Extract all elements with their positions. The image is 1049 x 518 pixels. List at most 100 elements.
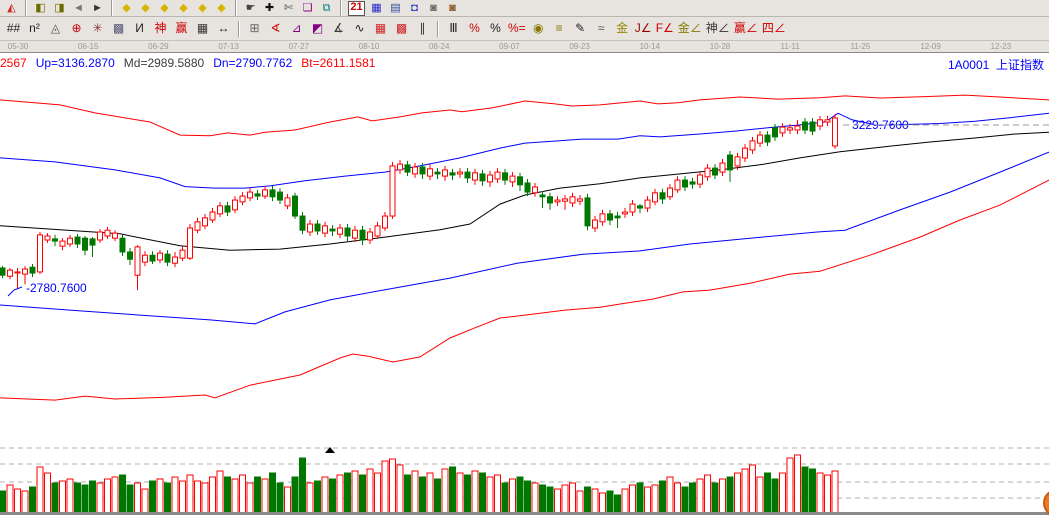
date-tick: 06-29 — [148, 42, 169, 51]
diamond-bottom-marker-icon[interactable]: ◆ — [214, 3, 229, 16]
snip-icon[interactable]: ✄ — [281, 3, 296, 16]
forward-arrow-icon[interactable]: ► — [90, 3, 105, 16]
peak-lines-icon[interactable]: И — [131, 21, 148, 36]
red-grid-box-icon[interactable]: ▩ — [393, 21, 410, 36]
link-icon[interactable]: ⧉ — [319, 3, 334, 16]
indicator-value: 2567 — [0, 56, 27, 70]
pen-flag-icon[interactable]: ✎ — [572, 21, 589, 36]
volume-bar — [59, 480, 66, 514]
f-angle-icon[interactable]: F∠ — [656, 21, 674, 36]
indicator-value: Dn=2790.7762 — [213, 56, 293, 70]
crosshair-icon[interactable]: ✚ — [262, 3, 277, 16]
data-grid-icon[interactable]: ▦ — [369, 3, 384, 16]
back-arrow-icon[interactable]: ◄ — [71, 3, 86, 16]
candle-body — [359, 229, 366, 241]
volume-bar — [149, 480, 156, 514]
n-squared-icon[interactable]: n² — [26, 21, 43, 36]
gold-angle-icon[interactable]: 金∠ — [678, 21, 702, 36]
diamond-up-marker-icon[interactable]: ◆ — [176, 3, 191, 16]
gann-web-icon[interactable]: ✳ — [89, 21, 106, 36]
wave-box-icon[interactable]: ≈ — [593, 21, 610, 36]
candle-body — [682, 179, 688, 188]
calendar-21-icon[interactable]: 21 — [348, 1, 365, 16]
candle-body — [367, 231, 373, 241]
volume-bar — [291, 476, 299, 514]
candle-body — [719, 162, 726, 173]
stock-app-window: { "symbol": {"code": "1A0001", "name": "… — [0, 0, 1049, 518]
volume-bar — [749, 464, 756, 514]
volume-bar — [381, 460, 389, 514]
save-icon[interactable]: ◘ — [407, 3, 422, 16]
candle-body — [194, 221, 201, 231]
diamond-down-marker-icon[interactable]: ◆ — [119, 3, 134, 16]
percent-icon[interactable]: % — [487, 21, 504, 36]
candle-body — [419, 166, 426, 175]
fan-box-fill-icon[interactable]: ◩ — [309, 21, 326, 36]
volume-bar — [764, 472, 771, 514]
gold-red-icon[interactable]: 金 — [614, 21, 631, 36]
volume-bar — [494, 474, 501, 514]
trend-rays-icon[interactable]: ∡ — [330, 21, 347, 36]
gann-fan-red-icon[interactable]: ∢ — [267, 21, 284, 36]
volume-bar — [66, 478, 74, 514]
volume-bar — [779, 472, 786, 514]
fan-box-icon[interactable]: ⊿ — [288, 21, 305, 36]
gann-circle-icon[interactable]: ⊕ — [68, 21, 85, 36]
percent-lines-icon[interactable]: %= — [508, 21, 526, 36]
parallel-lines-icon[interactable]: ∥ — [414, 21, 431, 36]
candle-body — [464, 171, 471, 179]
diamond-down-bar-marker-icon[interactable]: ◆ — [195, 3, 210, 16]
date-tick: 10-28 — [709, 42, 731, 51]
grid-123-icon[interactable]: ▦ — [194, 21, 211, 36]
gann-box-icon[interactable]: ▩ — [110, 21, 127, 36]
win-angle-icon[interactable]: 赢∠ — [734, 21, 758, 36]
shen-angle-icon[interactable]: 神∠ — [706, 21, 730, 36]
hand-pan-icon[interactable]: ☛ — [243, 3, 258, 16]
volume-bar — [186, 474, 194, 514]
snapshot-icon[interactable]: ◙ — [445, 3, 460, 16]
flip-next-icon[interactable]: ◨ — [52, 3, 67, 16]
gold-lines-icon[interactable]: ≡ — [551, 21, 568, 36]
j-angle-icon[interactable]: J∠ — [635, 21, 652, 36]
toolbar-top-row: ◭ ◧ ◨ ◄ ► ◆ ◆ ◆ ◆ ◆ ◆ ☛ ✚ ✄ ❏ ⧉ 21 ▦ ▤ ◘ ◙ ◙ — [0, 0, 1049, 17]
four-angle-icon[interactable]: 四∠ — [762, 21, 786, 36]
shen-tool-icon[interactable]: 神 — [152, 21, 169, 36]
candle-body — [659, 192, 666, 200]
flip-prev-icon[interactable]: ◧ — [33, 3, 48, 16]
toolbar-separator — [235, 0, 237, 16]
red-grid-icon[interactable]: ▦ — [372, 21, 389, 36]
volume-bars-icon[interactable]: Ⅲ — [445, 21, 462, 36]
candle-body — [277, 191, 283, 201]
save-web-icon[interactable]: ◙ — [426, 3, 441, 16]
horizontal-span-icon[interactable]: ↔ — [215, 21, 232, 36]
diamond-up-bar-marker-icon[interactable]: ◆ — [157, 3, 172, 16]
candle-body — [329, 228, 336, 232]
candle-body — [224, 205, 231, 213]
volume-bar — [614, 494, 621, 514]
price-chart-icon[interactable]: ◭ — [4, 3, 19, 16]
candle-body — [742, 147, 748, 159]
candle-body — [7, 269, 13, 277]
volume-bar — [36, 466, 44, 514]
percent-strike-icon[interactable]: % — [466, 21, 483, 36]
notes-icon[interactable]: ▤ — [388, 3, 403, 16]
volume-bar — [426, 472, 434, 514]
diamond-right-marker-icon[interactable]: ◆ — [138, 3, 153, 16]
volume-bar — [194, 480, 201, 514]
angle-flag-icon[interactable]: ◬ — [47, 21, 64, 36]
price-chart-canvas[interactable]: 3229.7600 -2780.7600 — [0, 70, 1049, 518]
clipboard-icon[interactable]: ❏ — [300, 3, 315, 16]
candle-body — [599, 213, 606, 223]
candle-body — [172, 256, 178, 264]
zigzag-icon[interactable]: ∿ — [351, 21, 368, 36]
candle-body — [449, 172, 456, 176]
candle-body — [0, 267, 6, 276]
volume-bar — [441, 468, 449, 514]
candle-body — [404, 164, 411, 173]
volume-bar — [449, 466, 456, 514]
volume-bar — [254, 476, 261, 514]
period-ticks-icon[interactable]: ## — [5, 21, 22, 36]
chart-frame-icon[interactable]: ⊞ — [246, 21, 263, 36]
win-tool-icon[interactable]: 赢 — [173, 21, 190, 36]
gold-coin-icon[interactable]: ◉ — [530, 21, 547, 36]
